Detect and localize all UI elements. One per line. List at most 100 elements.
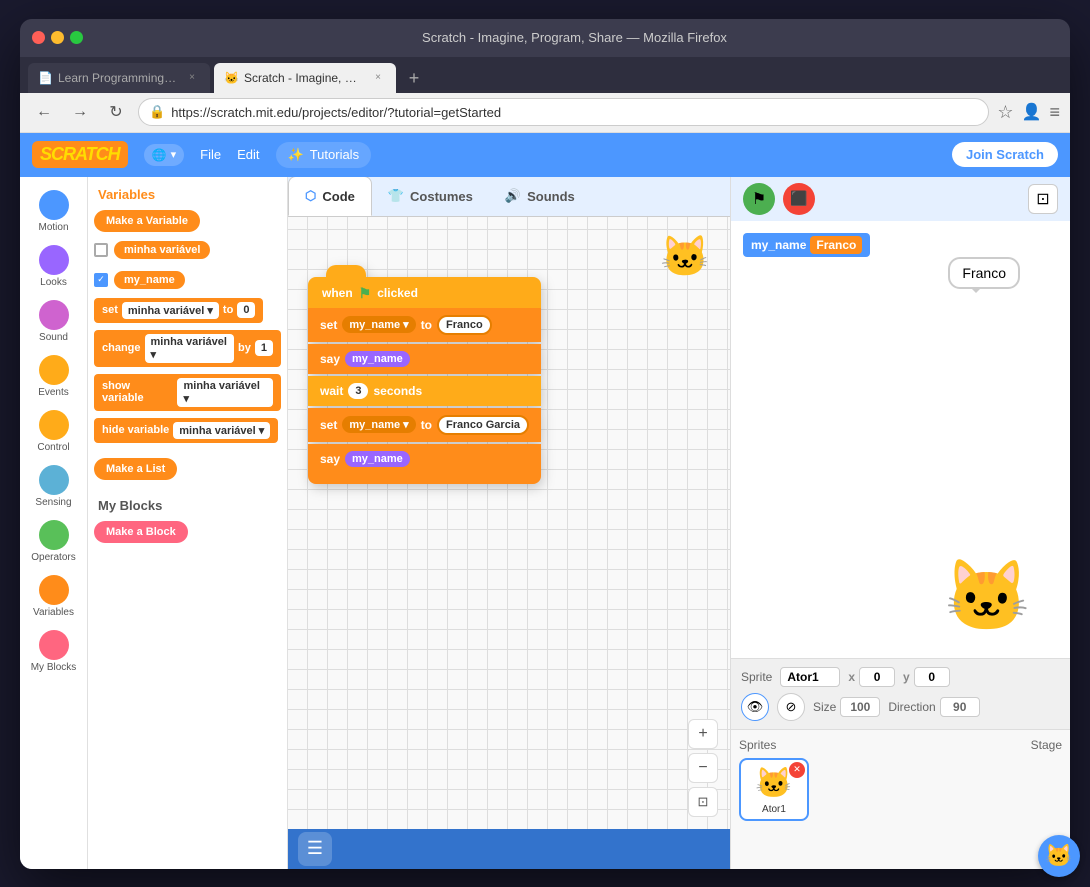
sprite-y-coord: y 0 [903, 667, 950, 687]
change-value[interactable]: 1 [255, 340, 273, 356]
show-variable-block[interactable]: show variable minha variável ▾ [94, 374, 281, 411]
size-value[interactable]: 100 [840, 697, 880, 717]
change-var-dropdown[interactable]: minha variável ▾ [145, 334, 235, 363]
sprites-section: Sprites Stage ✕ 🐱 Ator1 🐱 [731, 729, 1070, 869]
sidebar-item-myblocks[interactable]: My Blocks [23, 625, 85, 678]
sound-dot [39, 300, 69, 330]
wait-seconds-val: 3 [348, 383, 368, 399]
show-variable-row: show variable minha variável ▾ [94, 374, 281, 411]
scratch-logo: SCRATCH [32, 141, 128, 168]
set-block-row: set minha variável ▾ to 0 [94, 298, 281, 323]
var1-pill[interactable]: minha variável [114, 241, 210, 259]
sidebar-item-control[interactable]: Control [23, 405, 85, 458]
stage-expand-button[interactable]: ⊡ [1028, 184, 1058, 214]
browser-tabs-bar: 📄 Learn Programming: Data Typ… × 🐱 Scrat… [20, 57, 1070, 93]
sprite-delete-button[interactable]: ✕ [789, 762, 805, 778]
say-myname-block1[interactable]: say my_name [308, 344, 541, 374]
hat-block-when-clicked[interactable]: when ⚑ clicked [308, 277, 541, 308]
new-tab-button[interactable]: + [400, 65, 428, 93]
show-sprite-button[interactable]: 👁 [741, 693, 769, 721]
tab-sounds[interactable]: 🔊 Sounds [489, 177, 591, 217]
motion-dot [39, 190, 69, 220]
wait-block[interactable]: wait 3 seconds [308, 376, 541, 406]
cat-sprite-stage[interactable]: 🐱 [943, 556, 1030, 638]
back-button[interactable]: ← [30, 98, 58, 126]
var2-checkbox[interactable] [94, 273, 108, 287]
clicked-label: clicked [377, 286, 418, 300]
looks-label: Looks [40, 277, 67, 288]
sidebar-item-events[interactable]: Events [23, 350, 85, 403]
browser-tab-1[interactable]: 📄 Learn Programming: Data Typ… × [28, 63, 210, 93]
green-flag-button[interactable]: ⚑ [743, 183, 775, 215]
sprite-x-val[interactable]: 0 [859, 667, 895, 687]
sounds-icon: 🔊 [505, 188, 521, 204]
set-block[interactable]: set minha variável ▾ to 0 [94, 298, 263, 323]
var-dropdown-myname1[interactable]: my_name ▾ [342, 316, 415, 333]
sidebar-item-motion[interactable]: Motion [23, 185, 85, 238]
events-dot [39, 355, 69, 385]
blocks-panel: Variables Make a Variable minha variável… [88, 177, 288, 869]
change-block[interactable]: change minha variável ▾ by 1 [94, 330, 281, 367]
myblocks-dot [39, 630, 69, 660]
file-menu[interactable]: File [200, 147, 221, 162]
sprite-card-name: Ator1 [762, 804, 786, 815]
tab-costumes[interactable]: 👕 Costumes [372, 177, 489, 217]
var-dropdown-myname2[interactable]: my_name ▾ [342, 416, 415, 433]
set-myname-franco-block[interactable]: set my_name ▾ to Franco [308, 308, 541, 342]
profile-icon[interactable]: 👤 [1022, 102, 1042, 122]
sidebar-item-variables[interactable]: Variables [23, 570, 85, 623]
extensions-button[interactable]: ☰ [298, 832, 332, 866]
sidebar-item-sensing[interactable]: Sensing [23, 460, 85, 513]
sprite-card-ator1[interactable]: ✕ 🐱 Ator1 [739, 758, 809, 821]
show-var-dropdown[interactable]: minha variável ▾ [177, 378, 273, 407]
var1-checkbox[interactable] [94, 243, 108, 257]
refresh-button[interactable]: ↻ [102, 98, 130, 126]
sidebar-item-sound[interactable]: Sound [23, 295, 85, 348]
hide-sprite-button[interactable]: ⊘ [777, 693, 805, 721]
edit-menu[interactable]: Edit [237, 147, 259, 162]
zoom-in-button[interactable]: + [688, 719, 718, 749]
sidebar-item-operators[interactable]: Operators [23, 515, 85, 568]
forward-button[interactable]: → [66, 98, 94, 126]
hide-var-dropdown[interactable]: minha variável ▾ [173, 422, 270, 439]
menu-icon[interactable]: ≡ [1049, 102, 1060, 123]
zoom-reset-button[interactable]: ⊡ [688, 787, 718, 817]
direction-value[interactable]: 90 [940, 697, 980, 717]
sidebar-item-looks[interactable]: Looks [23, 240, 85, 293]
say-myname-block2[interactable]: say my_name [308, 444, 541, 474]
globe-button[interactable]: 🌐 ▾ [144, 144, 184, 166]
motion-label: Motion [38, 222, 68, 233]
set-value[interactable]: 0 [237, 302, 255, 318]
events-label: Events [38, 387, 69, 398]
set-text2: set [320, 418, 337, 432]
add-sprite-button[interactable]: 🐱 [1038, 835, 1070, 869]
maximize-button[interactable] [70, 31, 83, 44]
close-button[interactable] [32, 31, 45, 44]
make-variable-button[interactable]: Make a Variable [94, 210, 200, 232]
var2-pill[interactable]: my_name [114, 271, 185, 289]
sprite-x-coord: x 0 [848, 667, 895, 687]
sprite-y-val[interactable]: 0 [914, 667, 950, 687]
tab2-close[interactable]: × [370, 70, 386, 86]
sprite-name-input[interactable]: Ator1 [780, 667, 840, 687]
hide-label: hide variable [102, 424, 169, 436]
join-button[interactable]: Join Scratch [952, 142, 1058, 167]
tutorials-button[interactable]: ✨ Tutorials [276, 142, 372, 168]
variables-dot [39, 575, 69, 605]
tab-code[interactable]: ⬡ Code [288, 177, 372, 217]
minimize-button[interactable] [51, 31, 64, 44]
tab2-label: Scratch - Imagine, Program, S… [244, 71, 364, 85]
browser-tab-2[interactable]: 🐱 Scratch - Imagine, Program, S… × [214, 63, 396, 93]
stage-title: Stage [1031, 738, 1062, 752]
make-block-button[interactable]: Make a Block [94, 521, 188, 543]
set-var-dropdown[interactable]: minha variável ▾ [122, 302, 219, 319]
hide-variable-block[interactable]: hide variable minha variável ▾ [94, 418, 278, 443]
bookmark-icon[interactable]: ☆ [997, 102, 1013, 123]
code-area-tabs: ⬡ Code 👕 Costumes 🔊 Sounds [288, 177, 730, 217]
make-list-button[interactable]: Make a List [94, 458, 177, 480]
red-stop-button[interactable]: ⬛ [783, 183, 815, 215]
address-bar[interactable]: 🔒 https://scratch.mit.edu/projects/edito… [138, 98, 989, 126]
zoom-out-button[interactable]: − [688, 753, 718, 783]
tab1-close[interactable]: × [184, 70, 200, 86]
set-myname-francogarcia-block[interactable]: set my_name ▾ to Franco Garcia [308, 408, 541, 442]
